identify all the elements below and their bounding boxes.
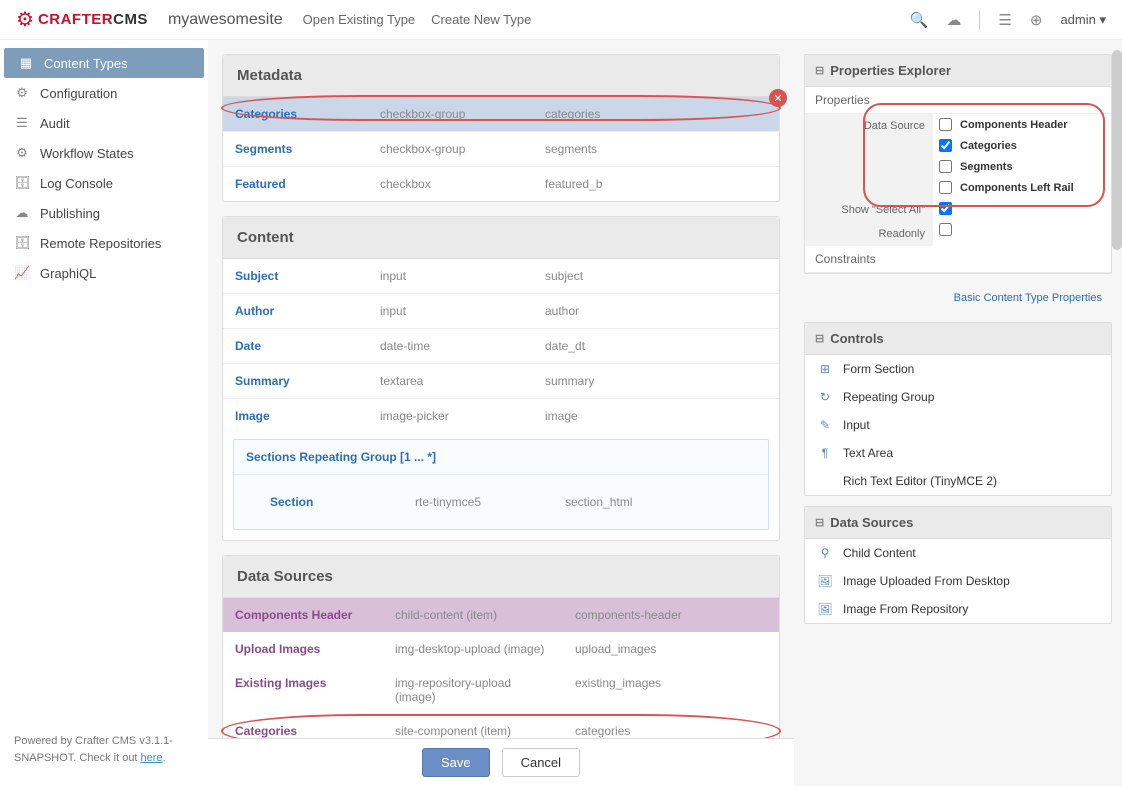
- datasource-option-checkbox[interactable]: [939, 181, 952, 194]
- datasource-image-from-repository[interactable]: 🖼Image From Repository: [805, 595, 1111, 623]
- field-row-categories[interactable]: Categories checkbox-group categories ✕: [223, 97, 779, 132]
- scrollbar[interactable]: [1112, 50, 1122, 250]
- constraints-subheader: Constraints: [805, 246, 1111, 273]
- control-icon: ↻: [817, 390, 833, 404]
- show-select-all-checkbox[interactable]: [939, 202, 952, 215]
- field-row-section[interactable]: Section rte-tinymce5 section_html: [234, 475, 768, 529]
- menu-icon[interactable]: ☰: [998, 11, 1011, 29]
- datasource-option-checkbox[interactable]: [939, 160, 952, 173]
- sidebar-item-workflow-states[interactable]: ⚙Workflow States: [0, 138, 208, 168]
- list-icon: ☰: [14, 115, 30, 131]
- properties-explorer: ⊟Properties Explorer Properties Data Sou…: [804, 54, 1112, 274]
- datasource-icon: ⚲: [817, 546, 833, 560]
- datasource-row-existing_images[interactable]: Existing Imagesimg-repository-upload (im…: [223, 666, 779, 714]
- user-menu[interactable]: admin ▾: [1060, 12, 1106, 28]
- control-icon: ✎: [817, 418, 833, 432]
- controls-panel: ⊟Controls ⊞Form Section↻Repeating Group✎…: [804, 322, 1112, 496]
- panel-header: Data Sources: [223, 556, 779, 598]
- control-icon: ⊞: [817, 362, 833, 376]
- db-icon: 🗄: [14, 175, 30, 191]
- open-existing-type-link[interactable]: Open Existing Type: [303, 12, 416, 27]
- field-row-featured[interactable]: Featured checkbox featured_b: [223, 167, 779, 201]
- sidebar-item-configuration[interactable]: ⚙Configuration: [0, 78, 208, 108]
- properties-subheader: Properties: [805, 87, 1111, 114]
- delete-icon[interactable]: ✕: [769, 89, 787, 107]
- datasource-row-categories[interactable]: Categoriessite-component (item)categorie…: [223, 714, 779, 738]
- sidebar-item-publishing[interactable]: ☁Publishing: [0, 198, 208, 228]
- panel-header: Metadata: [223, 55, 779, 97]
- datasources-palette: ⊟Data Sources ⚲Child Content🖼Image Uploa…: [804, 506, 1112, 624]
- globe-icon[interactable]: ⊕: [1030, 11, 1043, 29]
- readonly-label: Readonly: [805, 222, 933, 246]
- sidebar: ▦Content Types⚙Configuration☰Audit⚙Workf…: [0, 40, 208, 786]
- gear-logo-icon: ⚙: [16, 7, 34, 32]
- chart-icon: 📈: [14, 265, 30, 281]
- site-name: myawesomesite: [168, 11, 283, 29]
- repeating-group-header: Sections Repeating Group [1 ... *]: [234, 440, 768, 475]
- datasource-option-checkbox[interactable]: [939, 118, 952, 131]
- sidebar-item-content-types[interactable]: ▦Content Types: [4, 48, 204, 78]
- datasource-option-checkbox[interactable]: [939, 139, 952, 152]
- control-input[interactable]: ✎Input: [805, 411, 1111, 439]
- th-icon: ▦: [18, 55, 34, 71]
- datasource-icon: 🖼: [817, 574, 833, 588]
- field-row-date_dt[interactable]: Datedate-timedate_dt: [223, 329, 779, 364]
- gear-icon: ⚙: [14, 145, 30, 161]
- field-row-image[interactable]: Imageimage-pickerimage: [223, 399, 779, 433]
- data-source-label: Data Source: [805, 114, 933, 198]
- datasource-image-uploaded-from-desktop[interactable]: 🖼Image Uploaded From Desktop: [805, 567, 1111, 595]
- control-icon: ¶: [817, 446, 833, 460]
- basic-properties-link[interactable]: Basic Content Type Properties: [804, 284, 1112, 312]
- divider: [979, 10, 980, 30]
- control-repeating-group[interactable]: ↻Repeating Group: [805, 383, 1111, 411]
- sidebar-item-graphiql[interactable]: 📈GraphiQL: [0, 258, 208, 288]
- metadata-panel: Metadata Categories checkbox-group categ…: [222, 54, 780, 202]
- footer-link[interactable]: here: [141, 752, 163, 764]
- datasource-icon: 🖼: [817, 602, 833, 616]
- sidebar-item-audit[interactable]: ☰Audit: [0, 108, 208, 138]
- field-row-subject[interactable]: Subjectinputsubject: [223, 259, 779, 294]
- control-rich-text-editor-tinymce-2-[interactable]: Rich Text Editor (TinyMCE 2): [805, 467, 1111, 495]
- save-button[interactable]: Save: [422, 748, 490, 777]
- sidebar-item-remote-repositories[interactable]: 🗄Remote Repositories: [0, 228, 208, 258]
- gear-icon: ⚙: [14, 85, 30, 101]
- content-panel: Content SubjectinputsubjectAuthorinputau…: [222, 216, 780, 541]
- bottombar: Save Cancel: [208, 738, 794, 786]
- repeating-group[interactable]: Sections Repeating Group [1 ... *] Secti…: [233, 439, 769, 530]
- datasource-child-content[interactable]: ⚲Child Content: [805, 539, 1111, 567]
- logo[interactable]: ⚙ CRAFTERCMS: [16, 7, 148, 32]
- field-row-segments[interactable]: Segments checkbox-group segments: [223, 132, 779, 167]
- cloud-icon: ☁: [14, 205, 30, 221]
- field-row-author[interactable]: Authorinputauthor: [223, 294, 779, 329]
- field-row-summary[interactable]: Summarytextareasummary: [223, 364, 779, 399]
- datasources-panel: Data Sources Components Headerchild-cont…: [222, 555, 780, 738]
- panel-header: Content: [223, 217, 779, 259]
- sidebar-footer: Powered by Crafter CMS v3.1.1-SNAPSHOT. …: [0, 721, 208, 786]
- cancel-button[interactable]: Cancel: [502, 748, 580, 777]
- topbar: ⚙ CRAFTERCMS myawesomesite Open Existing…: [0, 0, 1122, 40]
- sidebar-item-log-console[interactable]: 🗄Log Console: [0, 168, 208, 198]
- readonly-checkbox[interactable]: [939, 223, 952, 236]
- collapse-icon[interactable]: ⊟: [815, 64, 824, 77]
- control-text-area[interactable]: ¶Text Area: [805, 439, 1111, 467]
- datasource-row-components-header[interactable]: Components Headerchild-content (item)com…: [223, 598, 779, 632]
- cloud-icon[interactable]: ☁: [946, 11, 961, 29]
- db-icon: 🗄: [14, 235, 30, 251]
- search-icon[interactable]: 🔍: [910, 11, 929, 29]
- control-form-section[interactable]: ⊞Form Section: [805, 355, 1111, 383]
- show-select-all-label: Show "Select All": [805, 198, 933, 222]
- create-new-type-link[interactable]: Create New Type: [431, 12, 531, 27]
- collapse-icon[interactable]: ⊟: [815, 332, 824, 345]
- datasource-row-upload_images[interactable]: Upload Imagesimg-desktop-upload (image)u…: [223, 632, 779, 666]
- collapse-icon[interactable]: ⊟: [815, 516, 824, 529]
